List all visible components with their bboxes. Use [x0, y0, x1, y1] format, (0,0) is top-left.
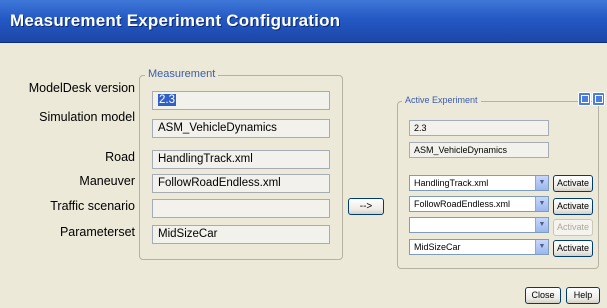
help-button[interactable]: Help [566, 287, 600, 304]
active-road-value: HandlingTrack.xml [414, 178, 489, 188]
transfer-arrow-button[interactable]: --> [348, 198, 384, 215]
label-modeldesk-version: ModelDesk version [28, 81, 135, 95]
activate-parameterset-button[interactable]: Activate [553, 240, 593, 257]
measurement-maneuver-field[interactable]: FollowRoadEndless.xml [152, 174, 330, 193]
chevron-down-icon[interactable]: ▼ [535, 240, 548, 254]
title-bar[interactable]: Measurement Experiment Configuration [0, 0, 607, 43]
active-road-select[interactable]: HandlingTrack.xml ▼ [409, 175, 549, 191]
measurement-parameterset-field[interactable]: MidSizeCar [152, 225, 330, 244]
label-simulation-model: Simulation model [39, 110, 135, 124]
active-traffic-scenario-select[interactable]: ▼ [409, 217, 549, 233]
measurement-road-field[interactable]: HandlingTrack.xml [152, 150, 330, 169]
active-maneuver-select[interactable]: FollowRoadEndless.xml ▼ [409, 196, 549, 212]
active-parameterset-value: MidSizeCar [414, 242, 461, 252]
activate-traffic-scenario-button: Activate [553, 219, 593, 236]
activate-road-button[interactable]: Activate [553, 175, 593, 192]
label-maneuver: Maneuver [79, 174, 135, 188]
measurement-simulation-model-field[interactable]: ASM_VehicleDynamics [152, 119, 330, 138]
activate-maneuver-button[interactable]: Activate [553, 198, 593, 215]
measurement-modeldesk-version-field[interactable]: 2.3 [152, 91, 330, 110]
measurement-group-title: Measurement [145, 68, 219, 80]
close-button[interactable]: Close [525, 287, 561, 304]
chevron-down-icon[interactable]: ▼ [535, 218, 548, 232]
window-title: Measurement Experiment Configuration [10, 11, 341, 30]
dialog-content: ModelDesk version Simulation model Road … [0, 43, 607, 308]
maximize-icon[interactable] [592, 92, 605, 106]
dialog-window: Measurement Experiment Configuration Mod… [0, 0, 607, 308]
active-maneuver-value: FollowRoadEndless.xml [414, 199, 511, 209]
active-parameterset-select[interactable]: MidSizeCar ▼ [409, 239, 549, 255]
active-experiment-group-title: Active Experiment [402, 95, 481, 105]
minimize-icon[interactable] [578, 92, 591, 106]
measurement-traffic-scenario-field[interactable] [152, 199, 330, 218]
active-modeldesk-version-field[interactable]: 2.3 [409, 120, 549, 136]
label-parameterset: Parameterset [59, 225, 135, 239]
label-road: Road [105, 150, 135, 164]
active-simulation-model-field[interactable]: ASM_VehicleDynamics [409, 142, 549, 158]
label-traffic-scenario: Traffic scenario [50, 199, 135, 213]
measurement-modeldesk-version-value: 2.3 [158, 94, 176, 106]
chevron-down-icon[interactable]: ▼ [535, 197, 548, 211]
chevron-down-icon[interactable]: ▼ [535, 176, 548, 190]
